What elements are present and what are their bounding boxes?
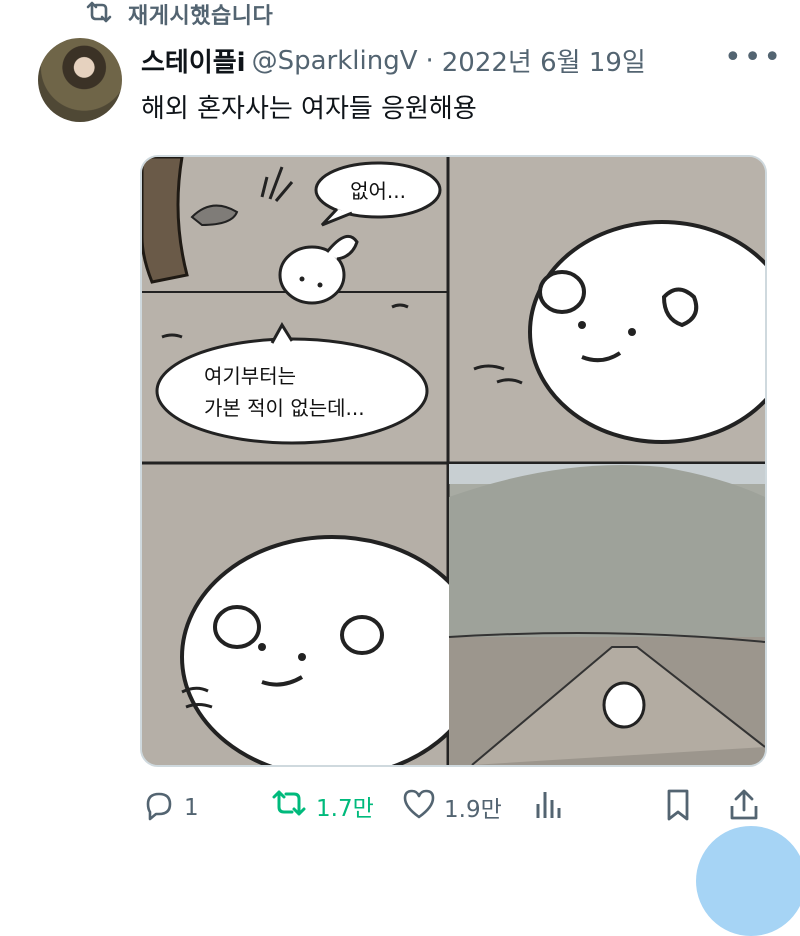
tweet-header: 스테이플i @SparklingV · 2022년 6월 19일 xyxy=(141,42,646,79)
compose-fab[interactable] xyxy=(696,826,800,936)
views-button[interactable] xyxy=(534,788,564,826)
retweet-count: 1.7만 xyxy=(316,796,374,822)
like-icon xyxy=(402,788,436,826)
reply-icon xyxy=(142,788,176,828)
share-button[interactable] xyxy=(728,788,760,828)
display-name[interactable]: 스테이플i xyxy=(141,42,246,79)
reply-count: 1 xyxy=(184,795,199,821)
tweet-date[interactable]: 2022년 6월 19일 xyxy=(442,42,646,79)
reply-button[interactable]: 1 xyxy=(142,788,199,828)
like-button[interactable]: 1.9만 xyxy=(402,788,502,826)
reposted-label: 재게시했습니다 xyxy=(128,4,274,29)
tweet-text: 해외 혼자사는 여자들 응원해용 xyxy=(141,94,477,124)
bubble-2-line1: 여기부터는 xyxy=(204,364,296,388)
user-handle[interactable]: @SparklingV xyxy=(252,46,418,76)
bubble-2-line2: 가본 적이 없는데... xyxy=(204,396,365,420)
more-icon[interactable]: ••• xyxy=(724,43,783,73)
repost-indicator[interactable]: 재게시했습니다 xyxy=(84,0,274,29)
avatar[interactable] xyxy=(38,38,122,122)
bookmark-icon xyxy=(664,788,692,828)
retweet-button[interactable]: 1.7만 xyxy=(270,788,374,824)
bookmark-button[interactable] xyxy=(664,788,692,828)
retweet-icon xyxy=(270,788,308,824)
views-icon xyxy=(534,788,564,826)
share-icon xyxy=(728,788,760,828)
tweet-media[interactable]: 없어... 여기부터는 가본 적이 없는데... xyxy=(140,155,767,767)
retweet-icon xyxy=(84,1,114,27)
bubble-1-text: 없어... xyxy=(350,179,406,203)
like-count: 1.9만 xyxy=(444,797,502,823)
separator-dot: · xyxy=(425,45,434,76)
tweet-actions: 1 1.7만 1.9만 xyxy=(0,778,800,838)
